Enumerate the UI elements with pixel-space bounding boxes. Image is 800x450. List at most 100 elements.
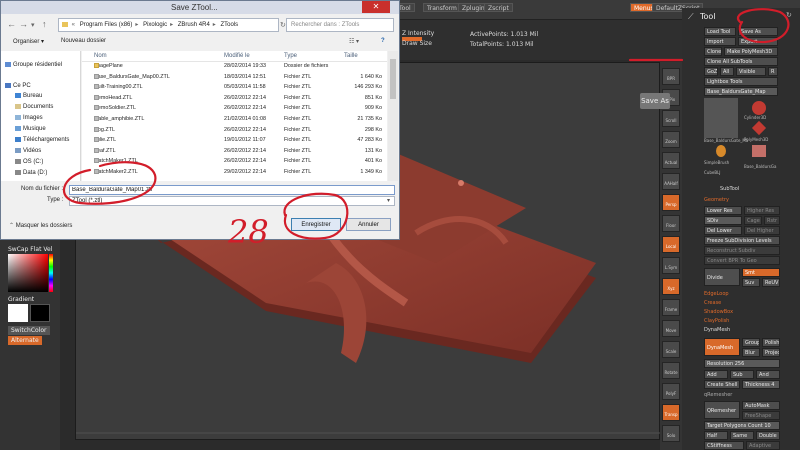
shelf-scroll-button[interactable]: Scroll — [662, 110, 680, 127]
clone-button[interactable]: Clone — [704, 47, 722, 56]
address-bar[interactable]: « Program Files (x86) ▸ Pixologic ▸ ZBrush… — [58, 18, 279, 32]
breadcrumb-ztools[interactable]: ZTools — [220, 22, 238, 28]
lightbox-tools-button[interactable]: Lightbox Tools — [704, 77, 778, 86]
polish-toggle[interactable]: Polish — [762, 338, 780, 347]
claypolish-header[interactable]: ClayPolish — [704, 318, 729, 324]
nav-downloads[interactable]: Téléchargements — [15, 137, 69, 143]
shelf-l-sym-button[interactable]: L.Sym — [662, 257, 680, 274]
close-icon[interactable]: ✕ — [362, 1, 390, 13]
file-row[interactable]: Base_BaldursGate_Map00.ZTL 18/03/2014 12:… — [82, 73, 387, 83]
make-polymesh-button[interactable]: Make PolyMesh3D — [724, 47, 778, 56]
shelf-solo-button[interactable]: Solo — [662, 425, 680, 442]
file-row[interactable]: Julie.ZTL 19/01/2012 11:07 Fichier ZTL 47 2… — [82, 137, 387, 146]
color-picker[interactable] — [8, 254, 48, 292]
group-toggle[interactable]: Group — [742, 338, 760, 347]
shelf-actual-button[interactable]: Actual — [662, 152, 680, 169]
higher-res-button[interactable]: Higher Res — [744, 206, 780, 215]
add-toggle[interactable]: Add — [704, 370, 728, 379]
export-button[interactable]: Export — [738, 37, 778, 46]
half-button[interactable]: Half — [704, 431, 728, 440]
file-row[interactable]: MatchMaker2.ZTL 29/02/2012 22:14 Fichier Z… — [82, 169, 387, 178]
nav-data-d[interactable]: Data (D:) — [15, 170, 47, 176]
shelf-polyf-button[interactable]: PolyF — [662, 383, 680, 400]
sub-toggle[interactable]: Sub — [730, 370, 754, 379]
file-row[interactable]: diable_amphibie.ZTL 21/02/2014 01:08 Fichi… — [82, 116, 387, 125]
shelf-frame-button[interactable]: Frame — [662, 299, 680, 316]
resolution-slider[interactable]: Resolution 256 — [704, 359, 780, 368]
import-button[interactable]: Import — [704, 37, 736, 46]
shelf-transp-button[interactable]: Transp — [662, 404, 680, 421]
smt-toggle[interactable]: Smt — [742, 268, 780, 277]
shadowbox-header[interactable]: ShadowBox — [704, 309, 733, 315]
nav-desktop[interactable]: Bureau — [15, 93, 42, 99]
subtool-header[interactable]: SubTool — [720, 186, 739, 192]
thumb-base-map[interactable] — [704, 98, 738, 138]
nav-videos[interactable]: Vidéos — [15, 148, 41, 154]
nav-documents[interactable]: Documents — [15, 104, 53, 110]
help-icon[interactable]: ? — [381, 38, 385, 44]
double-button[interactable]: Double — [756, 431, 780, 440]
shelf-persp-button[interactable]: Persp — [662, 194, 680, 211]
dialog-titlebar[interactable]: Save ZTool... ✕ — [1, 1, 399, 14]
column-modified[interactable]: Modifié le — [224, 53, 250, 59]
same-button[interactable]: Same — [730, 431, 754, 440]
edgeloop-header[interactable]: EdgeLoop — [704, 291, 729, 297]
target-polygons-slider[interactable]: Target Polygons Count 10 — [704, 421, 780, 430]
shelf-xyz-button[interactable]: Xyz — [662, 278, 680, 295]
close-palette-icon[interactable]: ↻ — [786, 11, 792, 19]
automask-button[interactable]: AutoMask — [742, 401, 780, 410]
file-row[interactable]: Dog.ZTL 26/02/2012 22:14 Fichier ZTL 298 Ko — [82, 126, 387, 136]
shelf-move-button[interactable]: Move — [662, 320, 680, 337]
nav-music[interactable]: Musique — [15, 126, 46, 132]
breadcrumb-zbrush[interactable]: ZBrush 4R4 — [178, 22, 210, 28]
back-arrow-icon[interactable]: ← — [7, 19, 16, 29]
thickness-slider[interactable]: Thickness 4 — [742, 380, 780, 389]
lower-res-button[interactable]: Lower Res — [704, 206, 742, 215]
and-toggle[interactable]: And — [756, 370, 780, 379]
rstr-button[interactable]: Rstr — [764, 216, 780, 225]
forward-arrow-icon[interactable]: → — [19, 19, 28, 29]
freeshape-button[interactable]: FreeShape — [742, 411, 780, 420]
shelf-bpr-button[interactable]: BPR — [662, 68, 680, 85]
qremesher-button[interactable]: QRemesher — [704, 401, 740, 419]
hue-strip[interactable] — [49, 254, 53, 292]
cancel-button[interactable]: Annuler — [346, 218, 391, 231]
adaptive-toggle[interactable]: Adaptive — [746, 441, 780, 450]
column-type[interactable]: Type — [284, 53, 297, 59]
cage-button[interactable]: Cage — [744, 216, 762, 225]
menu-zscript[interactable]: Zscript — [484, 3, 513, 12]
goz-button[interactable]: GoZ — [704, 67, 718, 76]
nav-homegroup[interactable]: Groupe résidentiel — [5, 62, 62, 68]
del-higher-button[interactable]: Del Higher — [744, 226, 780, 235]
freeze-subdiv-button[interactable]: Freeze SubDivision Levels — [704, 236, 780, 245]
nav-pictures[interactable]: Images — [15, 115, 43, 121]
shelf-zoom-button[interactable]: Zoom — [662, 131, 680, 148]
file-row[interactable]: Leaf.ZTL 26/02/2012 22:14 Fichier ZTL 131 K… — [82, 147, 387, 157]
convert-bpr-button[interactable]: Convert BPR To Geo — [704, 256, 780, 265]
dynamesh-button[interactable]: DynaMesh — [704, 338, 740, 356]
file-row[interactable]: Built-Training00.ZTL 05/03/2014 11:58 Fich… — [82, 84, 387, 93]
qremesher-header[interactable]: qRemesher — [704, 392, 732, 398]
save-button[interactable]: Enregistrer — [291, 218, 341, 231]
shelf-local-button[interactable]: Local — [662, 236, 680, 253]
del-lower-button[interactable]: Del Lower — [704, 226, 742, 235]
current-tool-slider[interactable]: Base_BaldursGate_Map — [704, 87, 778, 96]
sdiv-slider[interactable]: SDiv — [704, 216, 742, 225]
blur-slider[interactable]: Blur — [742, 348, 760, 357]
history-chevron-icon[interactable]: ▾ — [31, 21, 35, 29]
refresh-icon[interactable]: ↻ — [280, 21, 286, 29]
file-row[interactable]: ImagePlane 28/02/2014 19:33 Dossier de fic… — [82, 63, 387, 72]
file-row[interactable]: DemoSoldier.ZTL 26/02/2012 22:14 Fichier Z… — [82, 105, 387, 114]
main-color-swatch[interactable] — [8, 304, 28, 322]
new-folder-button[interactable]: Nouveau dossier — [61, 38, 106, 44]
create-shell-button[interactable]: Create Shell — [704, 380, 740, 389]
reconstruct-subdiv-button[interactable]: Reconstruct Subdiv — [704, 246, 780, 255]
organize-menu[interactable]: Organiser ▾ — [13, 38, 44, 45]
suv-toggle[interactable]: Suv — [742, 278, 760, 287]
project-toggle[interactable]: Project — [762, 348, 780, 357]
switch-color-button[interactable]: SwitchColor — [8, 326, 50, 335]
menu-transform[interactable]: Transform — [423, 3, 461, 12]
reuv-button[interactable]: ReUV — [762, 278, 780, 287]
file-row[interactable]: MatchMaker1.ZTL 26/02/2012 22:14 Fichier Z… — [82, 158, 387, 167]
cstiffness-slider[interactable]: CStiffness — [704, 441, 744, 450]
